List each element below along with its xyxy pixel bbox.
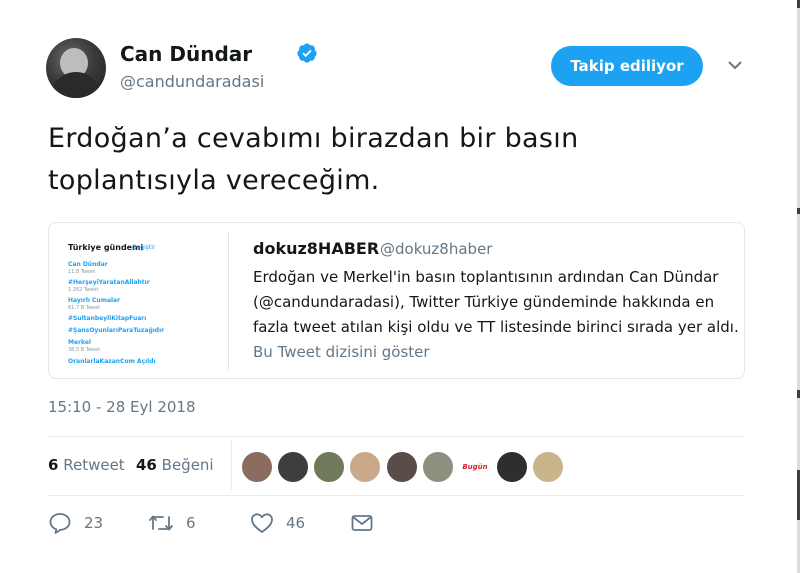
trend-count: 38,5 B Tweet	[68, 347, 101, 353]
heart-icon	[251, 513, 273, 533]
trend-item: #ŞansOyunlarıParaTuzağıdır	[68, 327, 165, 334]
divider	[48, 436, 745, 437]
trend-count: 11,8 Tweet	[68, 269, 96, 275]
chevron-down-icon[interactable]	[728, 60, 742, 70]
reply-icon	[49, 513, 71, 534]
retweet-count: 6	[186, 514, 196, 532]
retweet-button[interactable]: 6	[148, 510, 196, 536]
liker-avatar[interactable]	[313, 451, 345, 483]
liker-avatar[interactable]: Bugün	[459, 451, 491, 483]
retweets-count: 6	[48, 456, 59, 474]
show-thread-link[interactable]: Bu Tweet dizisini göster	[253, 343, 430, 361]
liker-avatar[interactable]	[386, 451, 418, 483]
stats-separator	[231, 440, 232, 490]
likes-label: Beğeni	[161, 456, 214, 474]
liker-avatar[interactable]	[532, 451, 564, 483]
quoted-author-handle[interactable]: @dokuz8haber	[380, 240, 492, 258]
tweet-text: Erdoğan’a cevabımı birazdan bir basın to…	[48, 123, 579, 196]
author-name[interactable]: Can Dündar	[120, 42, 252, 66]
retweets-label: Retweet	[63, 456, 125, 474]
liker-avatar[interactable]	[241, 451, 273, 483]
verified-icon	[297, 43, 317, 63]
reply-button[interactable]: 23	[48, 510, 103, 536]
liker-avatar[interactable]	[277, 451, 309, 483]
trend-count: 1.262 Tweet	[68, 287, 99, 293]
trend-item: Merkel	[68, 339, 91, 346]
author-avatar[interactable]	[46, 38, 106, 98]
like-count: 46	[286, 514, 306, 532]
liker-badge-text: Bugün	[462, 463, 488, 471]
liker-avatar[interactable]	[349, 451, 381, 483]
likes-stat[interactable]: 46 Beğeni	[136, 456, 214, 474]
trend-item: Hayırlı Cumalar	[68, 297, 121, 304]
divider	[48, 495, 745, 496]
liker-avatar[interactable]	[496, 451, 528, 483]
tweet-timestamp[interactable]: 15:10 - 28 Eyl 2018	[48, 398, 196, 416]
liker-avatar[interactable]	[422, 451, 454, 483]
message-icon	[351, 515, 373, 531]
quoted-author-name[interactable]: dokuz8HABER	[253, 239, 379, 258]
retweet-icon	[149, 515, 173, 531]
trend-item: OranlarlaKazanCom Açıldı	[68, 358, 156, 365]
following-button[interactable]: Takip ediliyor	[551, 46, 703, 86]
quoted-tweet-image[interactable]: Türkiye gündemi Değiştir Can Dündar 11,8…	[57, 231, 229, 371]
quoted-tweet-text: Erdoğan ve Merkel'in basın toplantısının…	[253, 268, 739, 336]
like-button[interactable]: 46	[250, 510, 305, 536]
retweets-stat[interactable]: 6 Retweet	[48, 456, 125, 474]
likes-count: 46	[136, 456, 157, 474]
author-handle[interactable]: @candundaradasi	[120, 72, 264, 91]
reply-count: 23	[84, 514, 104, 532]
trend-item: #SultanbeyliKitapFuarı	[68, 315, 147, 322]
tweet-header: Can Dündar @candundaradasi Takip ediliyo…	[46, 38, 766, 98]
direct-message-button[interactable]	[350, 510, 374, 536]
trend-item: Can Dündar	[68, 261, 108, 268]
trends-change-link: Değiştir	[132, 244, 156, 251]
trend-count: 61,7 B Tweet	[68, 305, 101, 311]
trend-item: #HerşeyiYaratanAllahtır	[68, 279, 150, 286]
quoted-tweet[interactable]: Türkiye gündemi Değiştir Can Dündar 11,8…	[48, 222, 745, 379]
